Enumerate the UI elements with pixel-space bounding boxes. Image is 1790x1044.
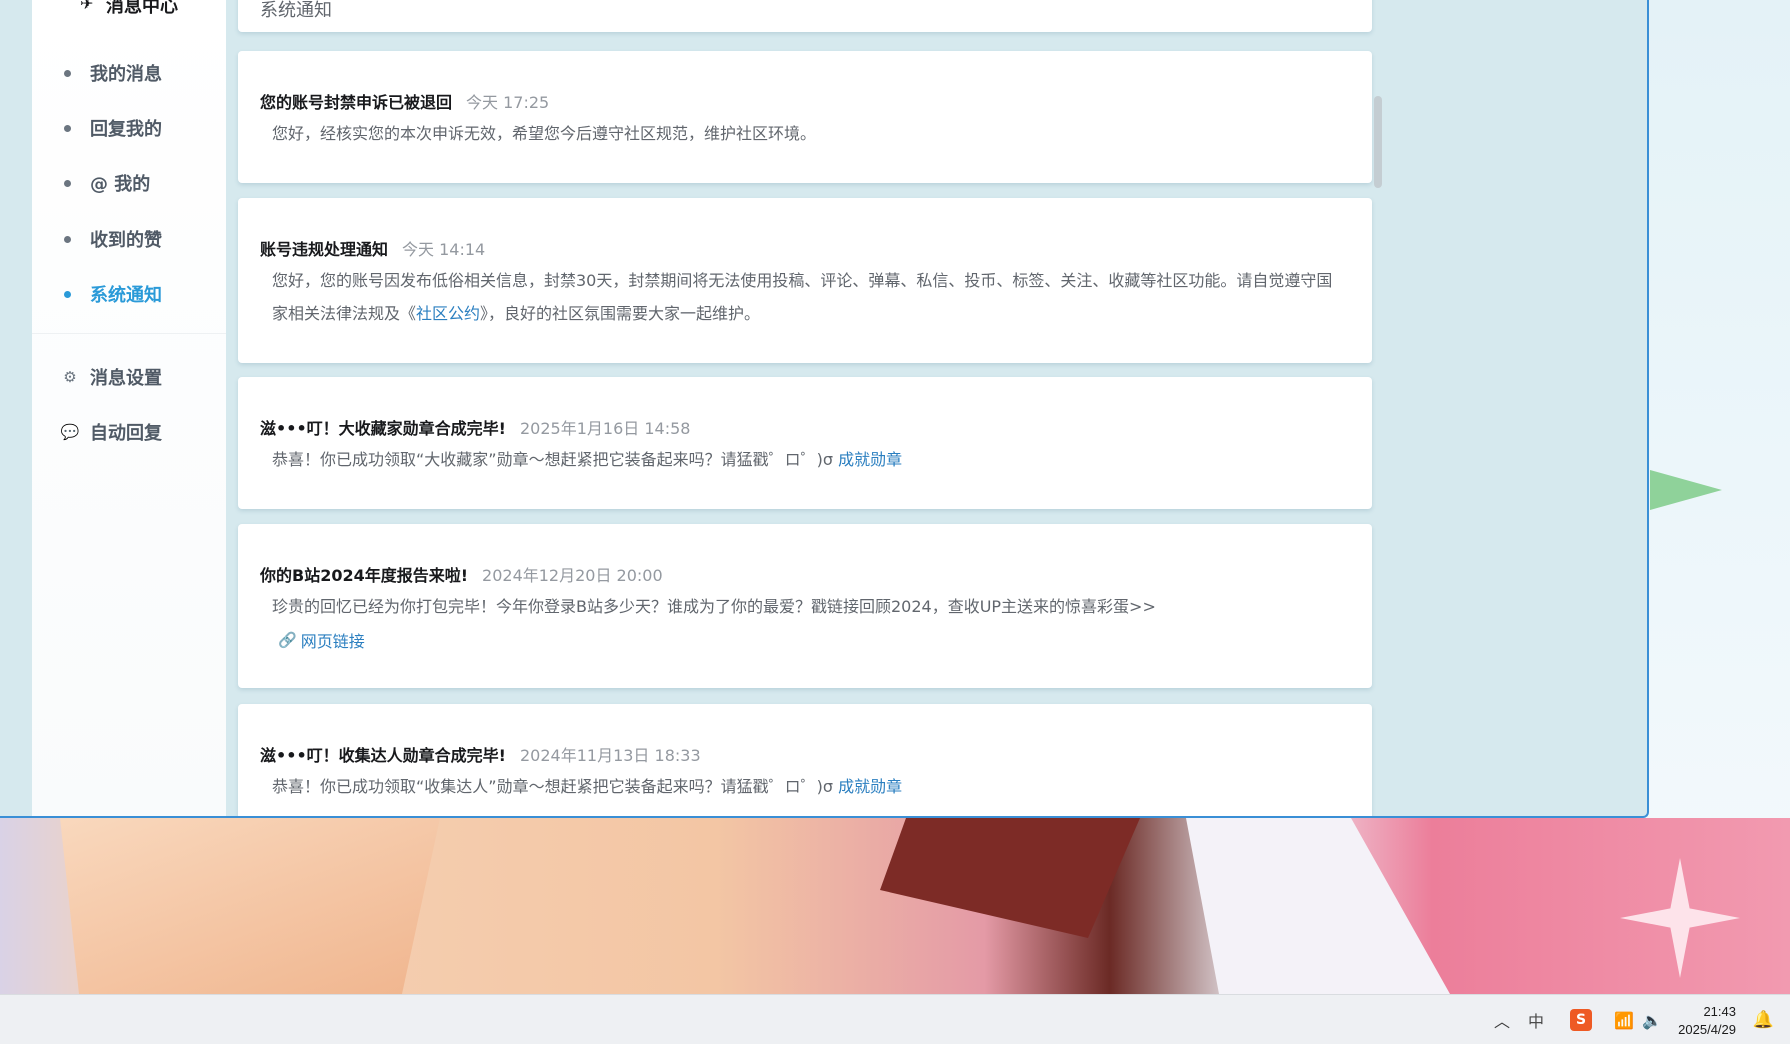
sidebar-item-label: 自动回复 bbox=[90, 423, 162, 444]
gear-icon: ⚙ bbox=[63, 368, 77, 386]
web-link-label: 网页链接 bbox=[300, 632, 365, 651]
web-link-button[interactable]: 🔗 网页链接 bbox=[278, 628, 365, 652]
notice-title: 账号违规处理通知 bbox=[260, 240, 389, 259]
wallpaper-sparkle bbox=[1620, 858, 1740, 978]
bullet-dot-icon bbox=[64, 290, 71, 298]
clock-date: 2025/4/29 bbox=[1678, 1022, 1736, 1037]
notice-body: 珍贵的回忆已经为你打包完毕！今年你登录B站多少天？谁成为了你的最爱？戳链接回顾2… bbox=[272, 597, 1156, 616]
sidebar-item-label: @ 我的 bbox=[90, 174, 151, 195]
sidebar-item-message-settings[interactable]: ⚙ 消息设置 bbox=[62, 362, 162, 392]
notice-body-text: 》，良好的社区氛围需要大家一起维护。 bbox=[480, 304, 761, 323]
speaker-icon: 🔈 bbox=[1642, 1010, 1662, 1030]
sidebar-item-label: 收到的赞 bbox=[90, 230, 162, 251]
sidebar: ✈ 消息中心 我的消息 回复我的 @ 我的 收到的赞 系统通知 ⚙ 消息设置 💬… bbox=[32, 0, 226, 816]
sidebar-divider bbox=[32, 333, 226, 334]
notice-header: 你的B站2024年度报告来啦! 2024年12月20日 20:00 bbox=[260, 562, 663, 586]
notice-title: 滋•••叮！收集达人勋章合成完毕! bbox=[260, 746, 506, 765]
paper-plane-icon: ✈ bbox=[80, 0, 94, 13]
notice-time: 今天 17:25 bbox=[466, 93, 550, 112]
notice-time: 2024年11月13日 18:33 bbox=[519, 746, 701, 765]
wallpaper-anime-art bbox=[0, 818, 1790, 994]
network-status[interactable]: 📶 bbox=[1614, 995, 1634, 1044]
notification-bell-icon[interactable]: 🔔 bbox=[1753, 1010, 1774, 1030]
notice-title: 滋•••叮！大收藏家勋章合成完毕! bbox=[260, 419, 506, 438]
notice-header: 滋•••叮！大收藏家勋章合成完毕! 2025年1月16日 14:58 bbox=[260, 415, 690, 439]
wallpaper-shape bbox=[880, 818, 1140, 938]
notice-header: 您的账号封禁申诉已被退回 今天 17:25 bbox=[260, 89, 549, 113]
sidebar-item-mentions[interactable]: @ 我的 bbox=[62, 168, 150, 198]
bullet-dot-icon bbox=[64, 235, 71, 243]
volume-control[interactable]: 🔈 bbox=[1642, 995, 1662, 1044]
sidebar-item-label: 我的消息 bbox=[90, 64, 162, 85]
notice-body-text: 恭喜！你已成功领取“大收藏家”勋章～想赶紧把它装备起来吗？请猛戳゜ロ゜)σ bbox=[272, 450, 839, 469]
sidebar-item-my-messages[interactable]: 我的消息 bbox=[62, 58, 162, 88]
wallpaper-shape bbox=[1186, 818, 1450, 994]
sogou-ime-tray[interactable]: S bbox=[1570, 995, 1592, 1044]
message-center-window: ✈ 消息中心 我的消息 回复我的 @ 我的 收到的赞 系统通知 ⚙ 消息设置 💬… bbox=[0, 0, 1649, 818]
notice-title: 你的B站2024年度报告来啦! bbox=[260, 566, 469, 585]
show-hidden-icons-button[interactable]: ︿ bbox=[1494, 995, 1510, 1044]
clock-time: 21:43 bbox=[1703, 1004, 1736, 1019]
feed-header-card: 系统通知 bbox=[238, 0, 1372, 32]
notice-time: 2024年12月20日 20:00 bbox=[482, 566, 663, 585]
notice-body: 恭喜！你已成功领取“大收藏家”勋章～想赶紧把它装备起来吗？请猛戳゜ロ゜)σ 成就… bbox=[272, 443, 1342, 476]
bullet-dot-icon bbox=[64, 124, 71, 132]
chevron-up-icon: ︿ bbox=[1494, 1012, 1511, 1031]
notice-feed: 系统通知 您的账号封禁申诉已被退回 今天 17:25 您好，经核实您的本次申诉无… bbox=[238, 0, 1372, 816]
notice-body: 恭喜！你已成功领取“收集达人”勋章～想赶紧把它装备起来吗？请猛戳゜ロ゜)σ 成就… bbox=[272, 770, 1342, 803]
sidebar-item-label: 回复我的 bbox=[90, 119, 162, 140]
ime-icon: 中 bbox=[1528, 1012, 1545, 1031]
notice-body: 您好，您的账号因发布低俗相关信息，封禁30天，封禁期间将无法使用投稿、评论、弹幕… bbox=[272, 264, 1342, 330]
taskbar: ︿ 中 S 📶 🔈 21:43 2025/4/29 🔔 bbox=[0, 994, 1790, 1044]
notice-card: 账号违规处理通知 今天 14:14 您好，您的账号因发布低俗相关信息，封禁30天… bbox=[238, 198, 1372, 363]
wallpaper-arrow-shape bbox=[1650, 470, 1722, 510]
notice-card: 你的B站2024年度报告来啦! 2024年12月20日 20:00 珍贵的回忆已… bbox=[238, 524, 1372, 688]
notice-header: 滋•••叮！收集达人勋章合成完毕! 2024年11月13日 18:33 bbox=[260, 742, 701, 766]
bullet-dot-icon bbox=[64, 179, 71, 187]
sidebar-title: ✈ 消息中心 bbox=[80, 0, 178, 18]
link-chain-icon: 🔗 bbox=[278, 631, 297, 649]
wallpaper-shape bbox=[60, 818, 440, 994]
notice-card: 滋•••叮！大收藏家勋章合成完毕! 2025年1月16日 14:58 恭喜！你已… bbox=[238, 377, 1372, 509]
sidebar-item-system-notices[interactable]: 系统通知 bbox=[62, 279, 162, 309]
sidebar-item-replies[interactable]: 回复我的 bbox=[62, 113, 162, 143]
notice-body: 您好，经核实您的本次申诉无效，希望您今后遵守社区规范，维护社区环境。 bbox=[272, 124, 817, 143]
notice-body-text: 恭喜！你已成功领取“收集达人”勋章～想赶紧把它装备起来吗？请猛戳゜ロ゜)σ bbox=[272, 777, 839, 796]
achievement-medal-link[interactable]: 成就勋章 bbox=[838, 777, 902, 796]
achievement-medal-link[interactable]: 成就勋章 bbox=[838, 450, 902, 469]
scrollbar-thumb[interactable] bbox=[1374, 96, 1382, 188]
sidebar-title-text: 消息中心 bbox=[106, 0, 178, 17]
sidebar-item-auto-reply[interactable]: 💬 自动回复 bbox=[60, 417, 162, 447]
feed-header-label: 系统通知 bbox=[260, 0, 332, 21]
notice-card: 您的账号封禁申诉已被退回 今天 17:25 您好，经核实您的本次申诉无效，希望您… bbox=[238, 51, 1372, 183]
notice-title: 您的账号封禁申诉已被退回 bbox=[260, 93, 453, 112]
taskbar-clock[interactable]: 21:43 2025/4/29 bbox=[1678, 1003, 1736, 1039]
notice-header: 账号违规处理通知 今天 14:14 bbox=[260, 236, 485, 260]
chat-bubble-icon: 💬 bbox=[60, 423, 80, 441]
sogou-input-icon: S bbox=[1570, 1009, 1592, 1031]
wifi-icon: 📶 bbox=[1614, 1010, 1634, 1030]
ime-indicator[interactable]: 中 bbox=[1528, 995, 1544, 1044]
notice-card: 滋•••叮！收集达人勋章合成完毕! 2024年11月13日 18:33 恭喜！你… bbox=[238, 704, 1372, 816]
community-rules-link[interactable]: 社区公约 bbox=[416, 304, 480, 323]
notice-time: 2025年1月16日 14:58 bbox=[519, 419, 691, 438]
sidebar-item-likes[interactable]: 收到的赞 bbox=[62, 224, 162, 254]
sidebar-item-label: 系统通知 bbox=[90, 285, 162, 306]
bullet-dot-icon bbox=[64, 69, 71, 77]
notice-time: 今天 14:14 bbox=[402, 240, 486, 259]
feed-scrollbar[interactable] bbox=[1372, 0, 1384, 816]
sidebar-item-label: 消息设置 bbox=[90, 368, 162, 389]
